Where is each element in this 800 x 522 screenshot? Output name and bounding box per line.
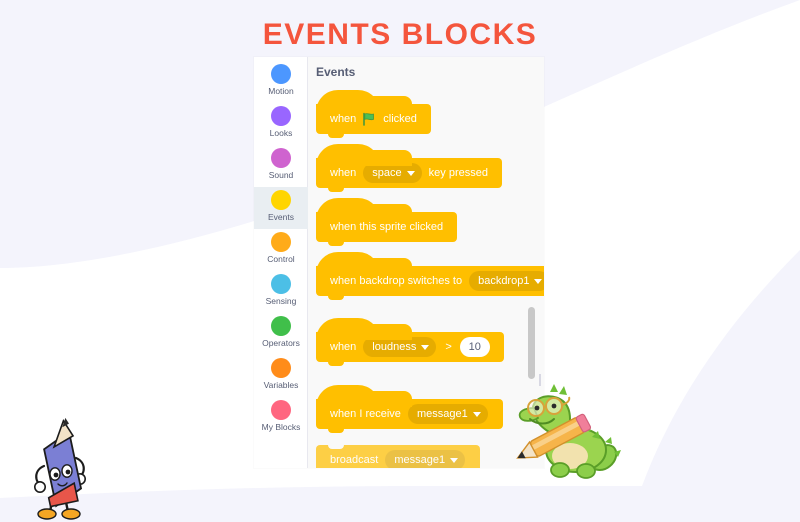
dragon-left-eye — [534, 405, 540, 411]
category-list: Motion Looks Sound Events Control Sensin… — [254, 57, 308, 468]
category-item-sound[interactable]: Sound — [254, 145, 308, 187]
block-broadcast[interactable]: broadcast message1 — [316, 445, 481, 468]
category-label: Sound — [268, 170, 294, 180]
key-dropdown[interactable]: space — [363, 163, 422, 183]
dragon-front-leg — [550, 462, 570, 478]
category-label: Looks — [269, 128, 293, 138]
dragon-character — [516, 374, 621, 479]
events-dot-icon — [271, 190, 291, 210]
dropdown-value: backdrop1 — [478, 275, 530, 287]
category-item-looks[interactable]: Looks — [254, 103, 308, 145]
sensor-dropdown[interactable]: loudness — [363, 337, 437, 357]
dropdown-value: loudness — [372, 341, 417, 353]
greater-than-operator: > — [445, 341, 452, 353]
block-label: when — [330, 113, 357, 125]
green-flag-icon — [362, 112, 377, 127]
sound-dot-icon — [271, 148, 291, 168]
block-nub — [328, 187, 344, 192]
block-label: when — [330, 341, 357, 353]
chevron-down-icon — [406, 170, 415, 176]
variables-dot-icon — [271, 358, 291, 378]
category-item-operators[interactable]: Operators — [254, 313, 308, 355]
block-label-suffix: clicked — [383, 113, 417, 125]
category-label: Operators — [262, 338, 300, 348]
broadcast-message-dropdown[interactable]: message1 — [385, 450, 466, 468]
operators-dot-icon — [271, 316, 291, 336]
category-item-my-blocks[interactable]: My Blocks — [254, 397, 308, 439]
category-label: Variables — [263, 380, 299, 390]
page-title: EVENTS BLOCKS — [262, 18, 538, 51]
pencil-left-hand — [34, 481, 46, 494]
block-when-greater-than[interactable]: when loudness > 10 — [316, 318, 504, 366]
category-label: Control — [267, 254, 295, 264]
chevron-down-icon — [450, 457, 459, 463]
dragon-head-spike-1 — [550, 384, 558, 392]
block-when-key-pressed[interactable]: when space key pressed — [316, 144, 502, 192]
my-blocks-dot-icon — [271, 400, 291, 420]
dragon-right-eye — [551, 403, 557, 409]
category-item-sensing[interactable]: Sensing — [254, 271, 308, 313]
pencil-left-shoe — [37, 508, 57, 520]
control-dot-icon — [271, 232, 291, 252]
dragon-back-leg — [576, 463, 596, 479]
block-label: when I receive — [330, 408, 401, 420]
block-when-this-sprite-clicked[interactable]: when this sprite clicked — [316, 198, 458, 246]
block-label-suffix: key pressed — [428, 167, 488, 179]
block-nub — [328, 133, 344, 138]
category-label: Sensing — [265, 296, 297, 306]
block-when-backdrop-switches-to[interactable]: when backdrop switches to backdrop1 — [316, 252, 544, 300]
motion-dot-icon — [271, 64, 291, 84]
block-nub — [328, 428, 344, 433]
category-label: Events — [268, 212, 294, 222]
looks-dot-icon — [271, 106, 291, 126]
block-label: when this sprite clicked — [330, 221, 444, 233]
dropdown-value: space — [372, 167, 402, 179]
chevron-down-icon — [421, 344, 430, 350]
dropdown-value: message1 — [394, 454, 446, 466]
block-nub — [328, 295, 344, 300]
pencil-right-pupil — [65, 469, 71, 475]
message-dropdown[interactable]: message1 — [407, 404, 488, 424]
dropdown-value: message1 — [416, 408, 468, 420]
pencil-left-pupil — [53, 472, 59, 478]
block-label: when backdrop switches to — [330, 275, 463, 287]
category-item-variables[interactable]: Variables — [254, 355, 308, 397]
threshold-input[interactable]: 10 — [459, 337, 490, 357]
dragon-tail-spike-1 — [605, 437, 612, 444]
block-nub — [328, 361, 344, 366]
category-label: Motion — [268, 86, 294, 96]
sensing-dot-icon — [271, 274, 291, 294]
vertical-scrollbar[interactable] — [528, 307, 535, 379]
block-label: broadcast — [330, 454, 379, 466]
category-item-events[interactable]: Events — [254, 187, 308, 229]
pencil-right-shoe — [61, 508, 81, 520]
dragon-head-spike-2 — [559, 386, 567, 395]
block-when-i-receive[interactable]: when I receive message1 — [316, 385, 503, 433]
block-palette-panel: Motion Looks Sound Events Control Sensin… — [254, 57, 544, 468]
category-label: My Blocks — [261, 422, 301, 432]
block-notch — [328, 445, 344, 449]
block-nub — [328, 241, 344, 246]
chevron-down-icon — [534, 278, 543, 284]
chevron-down-icon — [472, 411, 481, 417]
block-when-flag-clicked[interactable]: when clicked — [316, 90, 431, 138]
category-item-motion[interactable]: Motion — [254, 61, 308, 103]
block-label: when — [330, 167, 357, 179]
pencil-character — [34, 417, 86, 520]
backdrop-dropdown[interactable]: backdrop1 — [469, 271, 544, 291]
category-item-control[interactable]: Control — [254, 229, 308, 271]
